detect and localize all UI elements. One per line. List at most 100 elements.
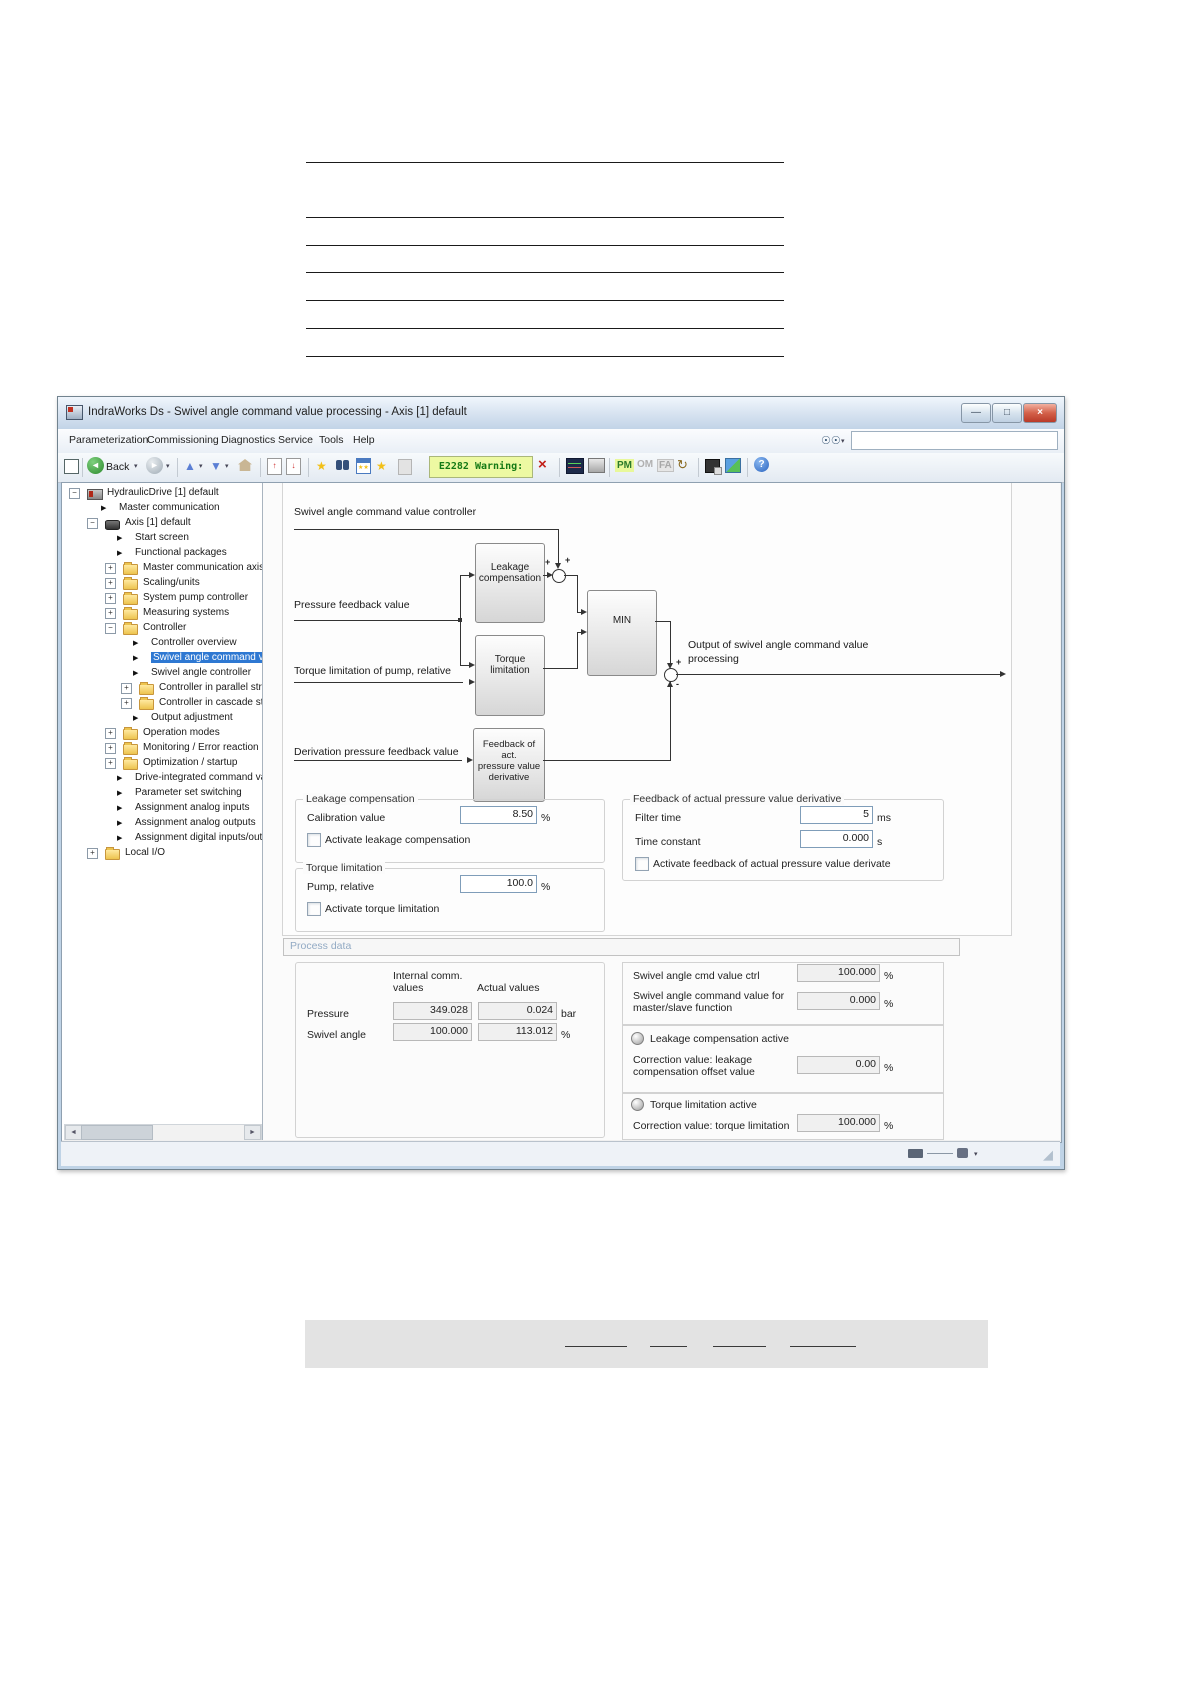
tree-item-assignment-analog-inputs[interactable]: ▶Assignment analog inputs — [62, 801, 262, 816]
tree-item-functional-packages[interactable]: ▶Functional packages — [62, 546, 262, 561]
folder-icon — [123, 594, 138, 605]
tree-item-swivel-angle-controller[interactable]: ▶Swivel angle controller — [62, 666, 262, 681]
close-button[interactable]: × — [1023, 403, 1057, 423]
save-parameters-icon[interactable]: ↓ — [286, 458, 301, 475]
search-binoculars-icon[interactable]: ☉☉ — [821, 434, 841, 447]
calibration-value-field[interactable]: 8.50 — [460, 806, 537, 824]
expand-icon[interactable]: + — [105, 758, 116, 769]
load-parameters-icon[interactable]: ↑ — [267, 458, 282, 475]
back-dropdown-icon[interactable]: ▾ — [134, 462, 138, 470]
tree-item-operation-modes[interactable]: +Operation modes — [62, 726, 262, 741]
reload-icon[interactable]: ↻ — [677, 457, 688, 473]
tree-item-hydraulicdrive[interactable]: −HydraulicDrive [1] default — [62, 486, 262, 501]
network-windows-icon[interactable] — [725, 458, 741, 473]
activate-leakage-checkbox[interactable] — [307, 833, 321, 847]
expand-icon[interactable]: + — [105, 728, 116, 739]
pm-mode-badge[interactable]: PM — [615, 459, 634, 472]
tree-item-master-comm-axis[interactable]: +Master communication axis — [62, 561, 262, 576]
form-panel: Swivel angle command value controller Pr… — [263, 483, 1060, 1140]
expand-icon[interactable]: + — [121, 683, 132, 694]
diagnostic-warning-badge[interactable]: E2282 Warning: — [429, 456, 533, 478]
scroll-right-icon[interactable]: ► — [244, 1125, 261, 1140]
resize-grip[interactable]: ◢ — [1043, 1147, 1053, 1163]
favorites-icon[interactable]: ★ — [316, 457, 327, 475]
expand-icon[interactable]: + — [105, 563, 116, 574]
tree-item-parameter-set-switching[interactable]: ▶Parameter set switching — [62, 786, 262, 801]
collapse-icon[interactable]: − — [105, 623, 116, 634]
scroll-thumb[interactable] — [81, 1125, 153, 1140]
search-dropdown-icon[interactable]: ▾ — [841, 437, 845, 445]
cmd-value-unit: % — [884, 970, 893, 982]
oscilloscope-icon[interactable] — [566, 458, 584, 474]
tree-horizontal-scrollbar[interactable]: ◄ ► — [64, 1124, 262, 1140]
title-bar[interactable]: IndraWorks Ds - Swivel angle command val… — [58, 397, 1064, 430]
tree-item-start-screen[interactable]: ▶Start screen — [62, 531, 262, 546]
tree-item-swivel-angle-command-value[interactable]: ▶Swivel angle command valu — [62, 651, 262, 666]
tree-item-output-adjustment[interactable]: ▶Output adjustment — [62, 711, 262, 726]
tree-item-controller-cascade[interactable]: +Controller in cascade structu — [62, 696, 262, 711]
menu-diagnostics[interactable]: Diagnostics — [221, 434, 275, 446]
expand-icon[interactable]: + — [105, 608, 116, 619]
tree-item-local-io[interactable]: +Local I/O — [62, 846, 262, 861]
forward-icon[interactable]: ► — [146, 457, 163, 474]
expand-icon[interactable]: + — [105, 743, 116, 754]
diagram-block-feedback: Feedback of act.pressure valuederivative — [473, 728, 545, 802]
tree-item-monitoring[interactable]: +Monitoring / Error reaction — [62, 741, 262, 756]
tree-item-drive-integrated[interactable]: ▶Drive-integrated command value — [62, 771, 262, 786]
back-button[interactable]: Back — [106, 461, 129, 473]
status-dropdown-icon[interactable]: ▾ — [974, 1150, 978, 1158]
pump-relative-field[interactable]: 100.0 — [460, 875, 537, 893]
collapse-icon[interactable]: − — [69, 488, 80, 499]
tree-item-optimization[interactable]: +Optimization / startup — [62, 756, 262, 771]
navigate-up-icon[interactable]: ▲ — [184, 457, 196, 475]
tree-item-assignment-analog-outputs[interactable]: ▶Assignment analog outputs — [62, 816, 262, 831]
swivel-actual-field: 113.012 — [478, 1023, 557, 1041]
binoculars-star-icon[interactable] — [336, 460, 349, 470]
maximize-button[interactable]: □ — [992, 403, 1022, 423]
help-icon[interactable]: ? — [754, 457, 769, 472]
expand-icon[interactable]: + — [105, 593, 116, 604]
parameter-list-icon[interactable]: ★★ — [356, 458, 371, 474]
search-input[interactable] — [851, 431, 1058, 450]
down-dropdown-icon[interactable]: ▾ — [225, 462, 229, 470]
leaf-arrow-icon: ▶ — [101, 504, 106, 512]
menu-tools[interactable]: Tools — [319, 434, 344, 446]
navigate-down-icon[interactable]: ▼ — [210, 457, 222, 475]
tree-item-master-communication[interactable]: ▶Master communication — [62, 501, 262, 516]
forward-dropdown-icon[interactable]: ▾ — [166, 462, 170, 470]
start-page-icon[interactable] — [64, 459, 79, 474]
tree-item-measuring-systems[interactable]: +Measuring systems — [62, 606, 262, 621]
menu-bar: Parameterization Commissioning Diagnosti… — [58, 429, 1064, 453]
filter-time-field[interactable]: 5 — [800, 806, 873, 824]
up-dropdown-icon[interactable]: ▾ — [199, 462, 203, 470]
home-icon[interactable] — [238, 459, 252, 471]
print-preview-icon[interactable] — [588, 458, 605, 473]
expand-icon[interactable]: + — [121, 698, 132, 709]
target-connect-icon[interactable] — [705, 459, 720, 473]
tree-item-controller-parallel[interactable]: +Controller in parallel structure — [62, 681, 262, 696]
connection-status-icon[interactable] — [957, 1148, 968, 1158]
tree-item-system-pump-controller[interactable]: +System pump controller — [62, 591, 262, 606]
tree-item-scaling-units[interactable]: +Scaling/units — [62, 576, 262, 591]
clear-error-icon[interactable]: × — [538, 456, 547, 473]
tree-item-controller[interactable]: −Controller — [62, 621, 262, 636]
tree-item-assignment-digital-io[interactable]: ▶Assignment digital inputs/output — [62, 831, 262, 846]
activate-torque-checkbox[interactable] — [307, 902, 321, 916]
time-constant-field[interactable]: 0.000 — [800, 830, 873, 848]
menu-commissioning[interactable]: Commissioning — [147, 434, 219, 446]
collapse-icon[interactable]: − — [87, 518, 98, 529]
expand-icon[interactable]: + — [105, 578, 116, 589]
folder-icon — [123, 624, 138, 635]
menu-service[interactable]: Service — [278, 434, 313, 446]
menu-help[interactable]: Help — [353, 434, 375, 446]
scroll-left-icon[interactable]: ◄ — [65, 1125, 82, 1140]
tree-item-controller-overview[interactable]: ▶Controller overview — [62, 636, 262, 651]
activate-feedback-checkbox[interactable] — [635, 857, 649, 871]
minimize-button[interactable]: — — [961, 403, 991, 423]
keyboard-status-icon[interactable] — [908, 1149, 923, 1158]
expand-icon[interactable]: + — [87, 848, 98, 859]
star-badge-icon[interactable]: ★ — [376, 457, 387, 475]
back-icon[interactable]: ◄ — [87, 457, 104, 474]
menu-parameterization[interactable]: Parameterization — [69, 434, 148, 446]
tree-item-axis[interactable]: −Axis [1] default — [62, 516, 262, 531]
